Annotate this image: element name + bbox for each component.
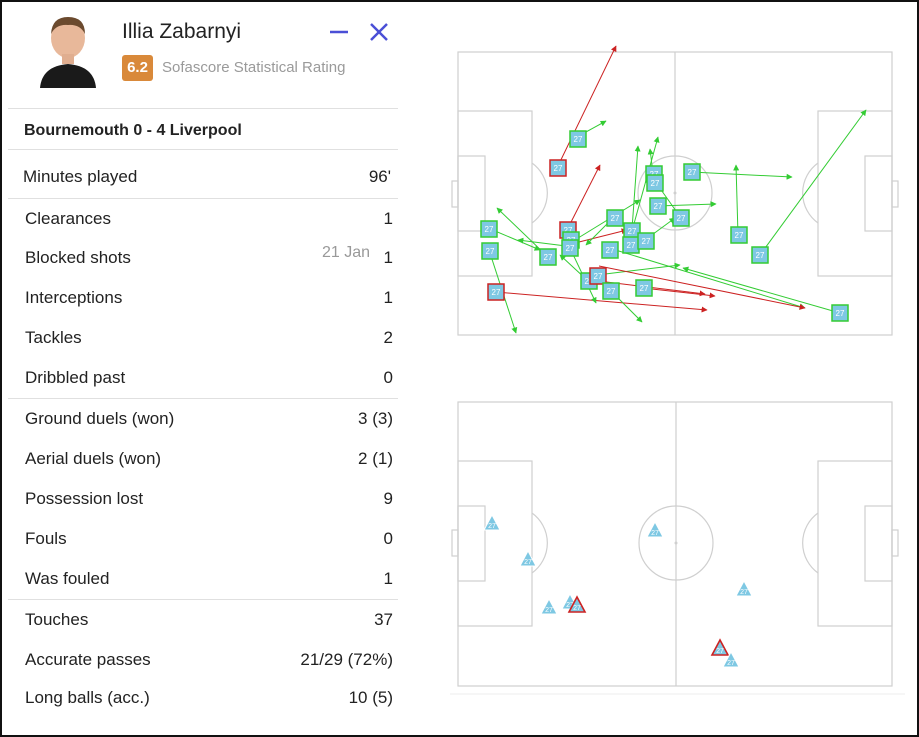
- pass-map[interactable]: 27 27 27 27 27 27 27 27 27 27 27 27 27 27 27 27 27 27 27 27…: [0, 0, 919, 737]
- pass-marker[interactable]: 27: [635, 279, 653, 297]
- marker-label: 27: [611, 214, 620, 223]
- marker-label: 27: [836, 309, 845, 318]
- pass-marker[interactable]: 27: [589, 267, 607, 285]
- marker-label: 27: [554, 164, 563, 173]
- pass-marker[interactable]: 27: [481, 242, 499, 260]
- marker-label: 27: [677, 214, 686, 223]
- pass-marker[interactable]: 27: [751, 246, 769, 264]
- marker-label: 27: [627, 241, 636, 250]
- marker-label: 27: [640, 284, 649, 293]
- pass-marker[interactable]: 27: [683, 163, 701, 181]
- pass-arrow-successful: [682, 266, 841, 314]
- pass-marker[interactable]: 27: [601, 241, 619, 259]
- marker-label: 27: [594, 272, 603, 281]
- pass-marker[interactable]: 27: [622, 236, 640, 254]
- pass-arrow-successful: [759, 109, 867, 256]
- pass-arrow-successful: [690, 171, 793, 180]
- pass-arrow-failed: [566, 164, 601, 231]
- marker-label: 27: [756, 251, 765, 260]
- pass-arrow-failed: [642, 287, 716, 299]
- marker-label: 27: [566, 244, 575, 253]
- pass-arrow-successful: [596, 262, 681, 276]
- pass-marker[interactable]: 27: [549, 159, 567, 177]
- pass-marker[interactable]: 27: [606, 209, 624, 227]
- pass-marker[interactable]: 27: [487, 283, 505, 301]
- pass-arrow-successful: [517, 237, 567, 247]
- marker-label: 27: [574, 135, 583, 144]
- marker-label: 27: [485, 225, 494, 234]
- pass-marker[interactable]: 27: [672, 209, 690, 227]
- pass-arrow-failed: [598, 265, 806, 310]
- pass-marker[interactable]: 27: [602, 282, 620, 300]
- pass-marker[interactable]: 27: [831, 304, 849, 322]
- pass-marker[interactable]: 27: [480, 220, 498, 238]
- pass-marker[interactable]: 27: [730, 226, 748, 244]
- pass-marker[interactable]: 27: [561, 239, 579, 257]
- pass-marker[interactable]: 27: [569, 130, 587, 148]
- pass-marker[interactable]: 27: [646, 174, 664, 192]
- pass-arrow-successful: [608, 247, 806, 310]
- pass-arrow-failed: [556, 45, 617, 169]
- marker-label: 27: [606, 246, 615, 255]
- pass-arrow-successful: [733, 164, 740, 236]
- marker-label: 27: [628, 227, 637, 236]
- marker-label: 27: [492, 288, 501, 297]
- pass-marker[interactable]: 27: [637, 232, 655, 250]
- pass-marker[interactable]: 27: [539, 248, 557, 266]
- marker-label: 27: [654, 202, 663, 211]
- marker-label: 27: [486, 247, 495, 256]
- marker-label: 27: [642, 237, 651, 246]
- marker-label: 27: [735, 231, 744, 240]
- marker-label: 27: [607, 287, 616, 296]
- marker-label: 27: [688, 168, 697, 177]
- pass-marker[interactable]: 27: [649, 197, 667, 215]
- marker-label: 27: [651, 179, 660, 188]
- marker-label: 27: [544, 253, 553, 262]
